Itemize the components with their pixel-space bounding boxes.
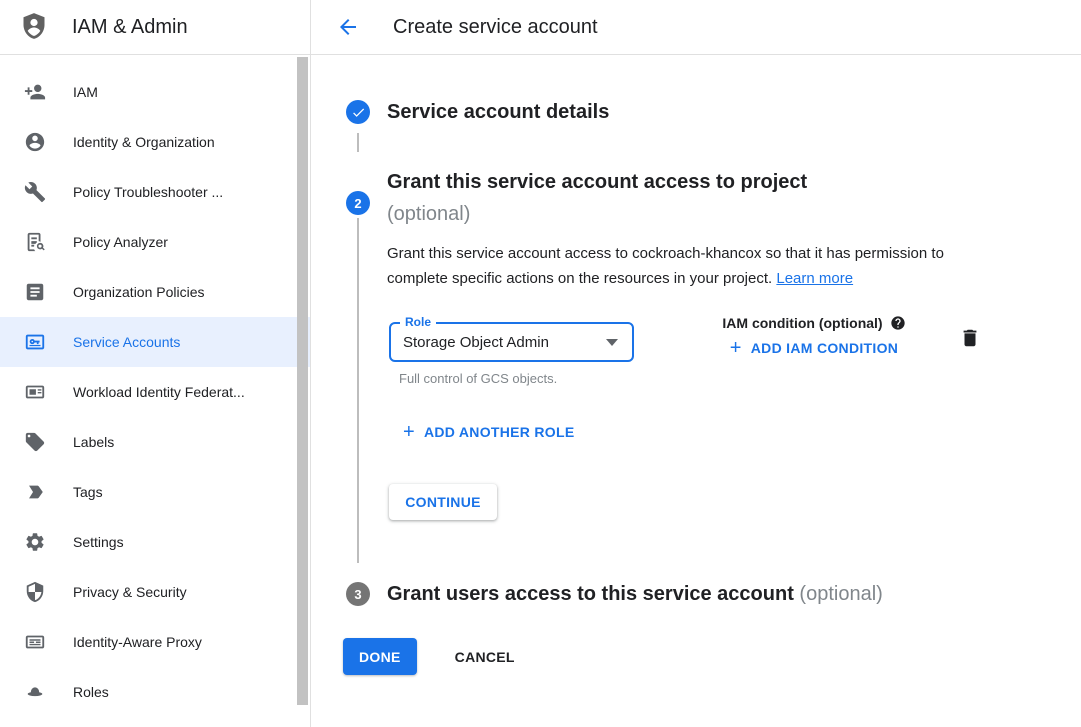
create-service-account-form: Service account details 2 Grant this ser…: [311, 55, 1081, 727]
iam-condition-column: IAM condition (optional) + ADD IAM CONDI…: [706, 311, 922, 386]
sidebar-item-label: Policy Troubleshooter ...: [73, 184, 223, 200]
account-circle-icon: [24, 131, 46, 153]
step3-title[interactable]: Grant users access to this service accou…: [387, 581, 883, 607]
sidebar-item-label: Labels: [73, 434, 114, 450]
iam-admin-shield-logo-icon: [20, 12, 48, 42]
sidebar: IAM & Admin IAM Identity & Organization …: [0, 0, 311, 727]
document-lines-icon: [24, 281, 46, 303]
step3-number-badge: 3: [346, 582, 370, 606]
sidebar-item-label: Identity-Aware Proxy: [73, 634, 202, 650]
person-add-icon: [24, 81, 46, 103]
sidebar-item-label: Privacy & Security: [73, 584, 187, 600]
hat-icon: [24, 681, 46, 703]
step1-complete-check-icon: [346, 100, 370, 124]
shield-icon: [24, 581, 46, 603]
done-button[interactable]: DONE: [343, 638, 417, 675]
sidebar-item-tags[interactable]: Tags: [0, 467, 310, 517]
sidebar-item-identity-aware-proxy[interactable]: Identity-Aware Proxy: [0, 617, 310, 667]
back-arrow-icon[interactable]: [336, 15, 360, 39]
sidebar-item-label: Workload Identity Federat...: [73, 384, 245, 400]
sidebar-item-privacy-security[interactable]: Privacy & Security: [0, 567, 310, 617]
form-actions: DONE CANCEL: [343, 638, 515, 675]
sidebar-item-label: Identity & Organization: [73, 134, 215, 150]
role-select[interactable]: Role Storage Object Admin: [389, 322, 634, 362]
sidebar-item-label: Service Accounts: [73, 334, 180, 350]
document-search-icon: [24, 231, 46, 253]
step2-number-badge: 2: [346, 191, 370, 215]
role-select-label: Role: [400, 315, 436, 329]
step2-optional-label: (optional): [387, 198, 807, 230]
sidebar-item-label: Policy Analyzer: [73, 234, 168, 250]
chevron-down-icon: [606, 339, 618, 346]
learn-more-link[interactable]: Learn more: [776, 270, 853, 287]
service-account-key-icon: [24, 331, 46, 353]
continue-button[interactable]: CONTINUE: [389, 484, 497, 520]
iam-condition-label: IAM condition (optional): [722, 315, 882, 331]
product-title: IAM & Admin: [72, 16, 188, 39]
role-row: Role Storage Object Admin Full control o…: [387, 311, 981, 386]
sidebar-item-identity-organization[interactable]: Identity & Organization: [0, 117, 310, 167]
page-title: Create service account: [393, 16, 598, 39]
plus-icon: +: [730, 341, 742, 355]
wrench-icon: [24, 181, 46, 203]
arrow-tag-icon: [24, 481, 46, 503]
sidebar-item-roles[interactable]: Roles: [0, 667, 310, 717]
sidebar-item-label: IAM: [73, 84, 98, 100]
sidebar-item-policy-analyzer[interactable]: Policy Analyzer: [0, 217, 310, 267]
main-header: Create service account: [311, 0, 1081, 55]
sidebar-item-labels[interactable]: Labels: [0, 417, 310, 467]
main-panel: Create service account Service account d…: [311, 0, 1081, 727]
sidebar-item-label: Settings: [73, 534, 124, 550]
sidebar-item-settings[interactable]: Settings: [0, 517, 310, 567]
sidebar-nav: IAM Identity & Organization Policy Troub…: [0, 55, 310, 717]
add-iam-condition-button[interactable]: + ADD IAM CONDITION: [730, 340, 898, 356]
step2-description: Grant this service account access to coc…: [387, 241, 982, 291]
role-helper-text: Full control of GCS objects.: [389, 371, 636, 386]
add-another-role-button[interactable]: + ADD ANOTHER ROLE: [403, 424, 575, 440]
sidebar-item-organization-policies[interactable]: Organization Policies: [0, 267, 310, 317]
step2-title: Grant this service account access to pro…: [387, 166, 807, 230]
step2-description-text: Grant this service account access to coc…: [387, 245, 944, 287]
sidebar-item-workload-identity-federation[interactable]: Workload Identity Federat...: [0, 367, 310, 417]
sidebar-item-label: Organization Policies: [73, 284, 205, 300]
delete-role-trash-icon[interactable]: [959, 311, 981, 386]
add-another-role-row: + ADD ANOTHER ROLE: [403, 424, 987, 443]
sidebar-item-policy-troubleshooter[interactable]: Policy Troubleshooter ...: [0, 167, 310, 217]
sidebar-item-label: Tags: [73, 484, 103, 500]
help-icon[interactable]: [890, 315, 906, 331]
role-select-value: Storage Object Admin: [391, 334, 606, 351]
step3-optional-label: (optional): [799, 583, 882, 605]
cancel-button[interactable]: CANCEL: [455, 649, 515, 665]
step-connector: [357, 218, 359, 563]
sidebar-header: IAM & Admin: [0, 0, 310, 55]
step3-title-text: Grant users access to this service accou…: [387, 583, 794, 605]
sidebar-item-label: Roles: [73, 684, 109, 700]
sidebar-item-service-accounts[interactable]: Service Accounts: [0, 317, 310, 367]
step1-title[interactable]: Service account details: [387, 99, 609, 125]
iam-admin-console: IAM & Admin IAM Identity & Organization …: [0, 0, 1081, 727]
badge-card-icon: [24, 381, 46, 403]
sidebar-scrollbar[interactable]: [297, 57, 308, 705]
sidebar-item-iam[interactable]: IAM: [0, 67, 310, 117]
step-connector: [357, 133, 359, 152]
tag-icon: [24, 431, 46, 453]
step2-title-text: Grant this service account access to pro…: [387, 166, 807, 198]
plus-icon: +: [403, 425, 415, 439]
gear-icon: [24, 531, 46, 553]
role-column: Role Storage Object Admin Full control o…: [389, 311, 636, 386]
step2-body: Grant this service account access to coc…: [387, 241, 987, 520]
add-another-role-label: ADD ANOTHER ROLE: [424, 424, 575, 440]
add-iam-condition-label: ADD IAM CONDITION: [751, 340, 898, 356]
proxy-banner-icon: [24, 631, 46, 653]
